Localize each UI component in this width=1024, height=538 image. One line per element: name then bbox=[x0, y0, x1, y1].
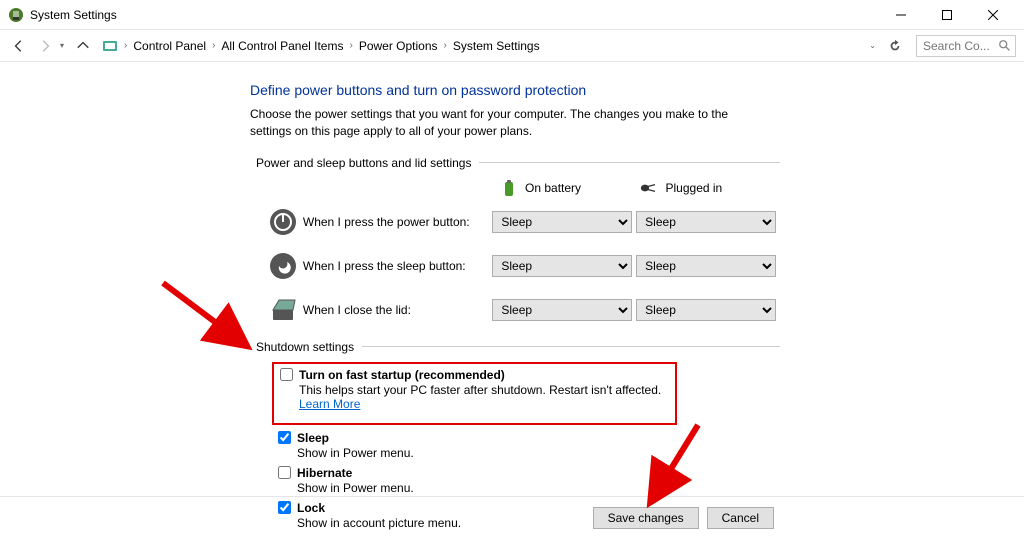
save-button[interactable]: Save changes bbox=[593, 507, 699, 529]
learn-more-link[interactable]: Learn More bbox=[299, 397, 360, 411]
chevron-down-icon[interactable]: ⌄ bbox=[869, 41, 876, 50]
sleep-button-icon bbox=[269, 252, 297, 280]
main-content: Define power buttons and turn on passwor… bbox=[0, 62, 780, 530]
checkbox-label: Turn on fast startup (recommended) bbox=[299, 368, 505, 382]
chevron-right-icon: › bbox=[444, 40, 447, 51]
fast-startup-checkbox[interactable] bbox=[280, 368, 293, 381]
hibernate-checkbox[interactable] bbox=[278, 466, 291, 479]
breadcrumb-item[interactable]: Power Options bbox=[359, 39, 438, 53]
shutdown-item-sleep: Sleep Show in Power menu. bbox=[278, 431, 780, 460]
sleep-button-battery-select[interactable]: Sleep bbox=[492, 255, 632, 277]
minimize-button[interactable] bbox=[878, 0, 924, 30]
title-bar: System Settings bbox=[0, 0, 1024, 30]
power-button-plugged-select[interactable]: Sleep bbox=[636, 211, 776, 233]
setting-label: When I close the lid: bbox=[303, 303, 492, 317]
shutdown-item-hibernate: Hibernate Show in Power menu. bbox=[278, 466, 780, 495]
setting-row-power-button: When I press the power button: Sleep Sle… bbox=[264, 206, 780, 238]
chevron-right-icon: › bbox=[212, 40, 215, 51]
sleep-button-plugged-select[interactable]: Sleep bbox=[636, 255, 776, 277]
lid-battery-select[interactable]: Sleep bbox=[492, 299, 632, 321]
power-button-icon bbox=[269, 208, 297, 236]
nav-bar: ▾ › Control Panel › All Control Panel It… bbox=[0, 30, 1024, 62]
cancel-button[interactable]: Cancel bbox=[707, 507, 774, 529]
shutdown-item-fast-startup: Turn on fast startup (recommended) This … bbox=[280, 368, 669, 411]
page-description: Choose the power settings that you want … bbox=[250, 106, 760, 140]
breadcrumb-item[interactable]: System Settings bbox=[453, 39, 540, 53]
history-dropdown-icon[interactable]: ▾ bbox=[60, 41, 64, 50]
refresh-button[interactable] bbox=[884, 35, 906, 57]
sleep-checkbox[interactable] bbox=[278, 431, 291, 444]
lid-plugged-select[interactable]: Sleep bbox=[636, 299, 776, 321]
checkbox-label: Sleep bbox=[297, 431, 329, 445]
column-header-battery: On battery bbox=[499, 178, 640, 198]
back-button[interactable] bbox=[8, 35, 30, 57]
column-header-plugged: Plugged in bbox=[640, 178, 781, 198]
close-button[interactable] bbox=[970, 0, 1016, 30]
section-heading: Power and sleep buttons and lid settings bbox=[256, 156, 780, 170]
battery-icon bbox=[499, 178, 519, 198]
search-icon bbox=[998, 39, 1012, 53]
setting-label: When I press the sleep button: bbox=[303, 259, 492, 273]
bottom-bar: Save changes Cancel bbox=[0, 496, 1024, 538]
plug-icon bbox=[640, 178, 660, 198]
setting-row-lid: When I close the lid: Sleep Sleep bbox=[264, 294, 780, 326]
breadcrumb-item[interactable]: Control Panel bbox=[133, 39, 206, 53]
highlight-annotation: Turn on fast startup (recommended) This … bbox=[272, 362, 677, 425]
setting-row-sleep-button: When I press the sleep button: Sleep Sle… bbox=[264, 250, 780, 282]
power-button-battery-select[interactable]: Sleep bbox=[492, 211, 632, 233]
breadcrumb-item[interactable]: All Control Panel Items bbox=[221, 39, 343, 53]
maximize-button[interactable] bbox=[924, 0, 970, 30]
page-title: Define power buttons and turn on passwor… bbox=[250, 82, 780, 98]
control-panel-icon bbox=[102, 38, 118, 54]
app-icon bbox=[8, 7, 24, 23]
forward-button[interactable] bbox=[34, 35, 56, 57]
section-heading: Shutdown settings bbox=[256, 340, 780, 354]
chevron-right-icon: › bbox=[124, 40, 127, 51]
setting-label: When I press the power button: bbox=[303, 215, 492, 229]
up-button[interactable] bbox=[72, 35, 94, 57]
chevron-right-icon: › bbox=[349, 40, 352, 51]
checkbox-label: Hibernate bbox=[297, 466, 352, 480]
lid-icon bbox=[269, 296, 297, 324]
window-title: System Settings bbox=[30, 8, 878, 22]
breadcrumb: › Control Panel › All Control Panel Item… bbox=[102, 38, 865, 54]
